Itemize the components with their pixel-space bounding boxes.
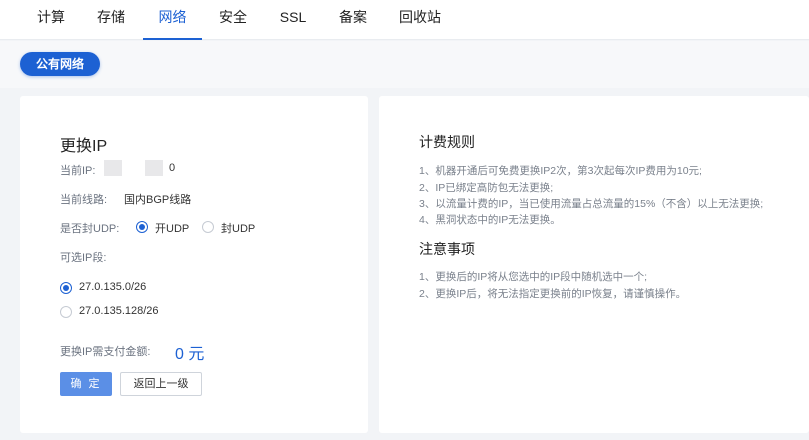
confirm-button[interactable]: 确 定 [60, 372, 112, 396]
pay-amount-label: 更换IP需支付金额: [60, 346, 151, 358]
tab-label: 存储 [97, 9, 125, 25]
tab-network[interactable]: 网络 [143, 0, 202, 40]
current-ip-suffix: 0 [169, 162, 176, 174]
note-item: 1、更换后的IP将从您选中的IP段中随机选中一个; [419, 271, 648, 283]
tab-compute[interactable]: 计算 [36, 0, 66, 40]
udp-label: 是否封UDP: [60, 223, 120, 235]
udp-block-radio[interactable] [202, 221, 214, 233]
billing-rule: 1、机器开通后可免费更换IP2次，第3次起每次IP费用为10元; [419, 165, 702, 177]
subtab-public-network[interactable]: 公有网络 [20, 52, 101, 76]
tab-storage[interactable]: 存储 [96, 0, 126, 40]
billing-rule: 3、以流量计费的IP，当已使用流量占总流量的15%（不含）以上无法更换; [419, 198, 764, 210]
note-item: 2、更换IP后，将无法指定更换前的IP恢复，请谨慎操作。 [419, 288, 687, 300]
udp-open-radio[interactable] [136, 221, 148, 233]
masked-ip-part [145, 160, 163, 176]
tab-label: 安全 [219, 9, 247, 25]
masked-ip-part [104, 160, 122, 176]
tab-filing[interactable]: 备案 [338, 0, 368, 40]
active-tab-indicator [143, 38, 202, 40]
pay-amount-value: 0 元 [175, 346, 205, 363]
ip-segment-radio[interactable] [60, 306, 72, 318]
tab-security[interactable]: 安全 [218, 0, 248, 40]
ip-segment-label: 可选IP段: [60, 252, 107, 264]
ip-segment-radio[interactable] [60, 282, 72, 294]
notes-title: 注意事项 [419, 241, 475, 257]
tab-label: 网络 [158, 9, 187, 25]
billing-rule: 2、IP已绑定高防包无法更换; [419, 182, 554, 194]
current-ip-label: 当前IP: [60, 165, 96, 177]
tab-label: 备案 [339, 9, 367, 25]
tab-recycle-bin[interactable]: 回收站 [398, 0, 442, 40]
billing-rules-title: 计费规则 [419, 134, 475, 150]
ip-segment-option[interactable]: 27.0.135.0/26 [79, 281, 146, 293]
ip-segment-option[interactable]: 27.0.135.128/26 [79, 305, 159, 317]
line-label: 当前线路: [60, 194, 108, 206]
back-button[interactable]: 返回上一级 [120, 372, 202, 396]
udp-open-label[interactable]: 开UDP [155, 220, 189, 236]
tab-label: 回收站 [399, 9, 441, 25]
top-nav: 计算 存储 网络 安全 SSL 备案 回收站 [0, 0, 809, 40]
sub-nav: 公有网络 [0, 41, 809, 88]
tab-ssl[interactable]: SSL [278, 0, 308, 40]
tab-label: 计算 [37, 9, 65, 25]
udp-block-label[interactable]: 封UDP [221, 220, 255, 236]
line-value: 国内BGP线路 [124, 194, 192, 206]
page-title: 更换IP [60, 138, 108, 155]
billing-rule: 4、黑洞状态中的IP无法更换。 [419, 214, 561, 226]
tab-label: SSL [279, 9, 307, 25]
